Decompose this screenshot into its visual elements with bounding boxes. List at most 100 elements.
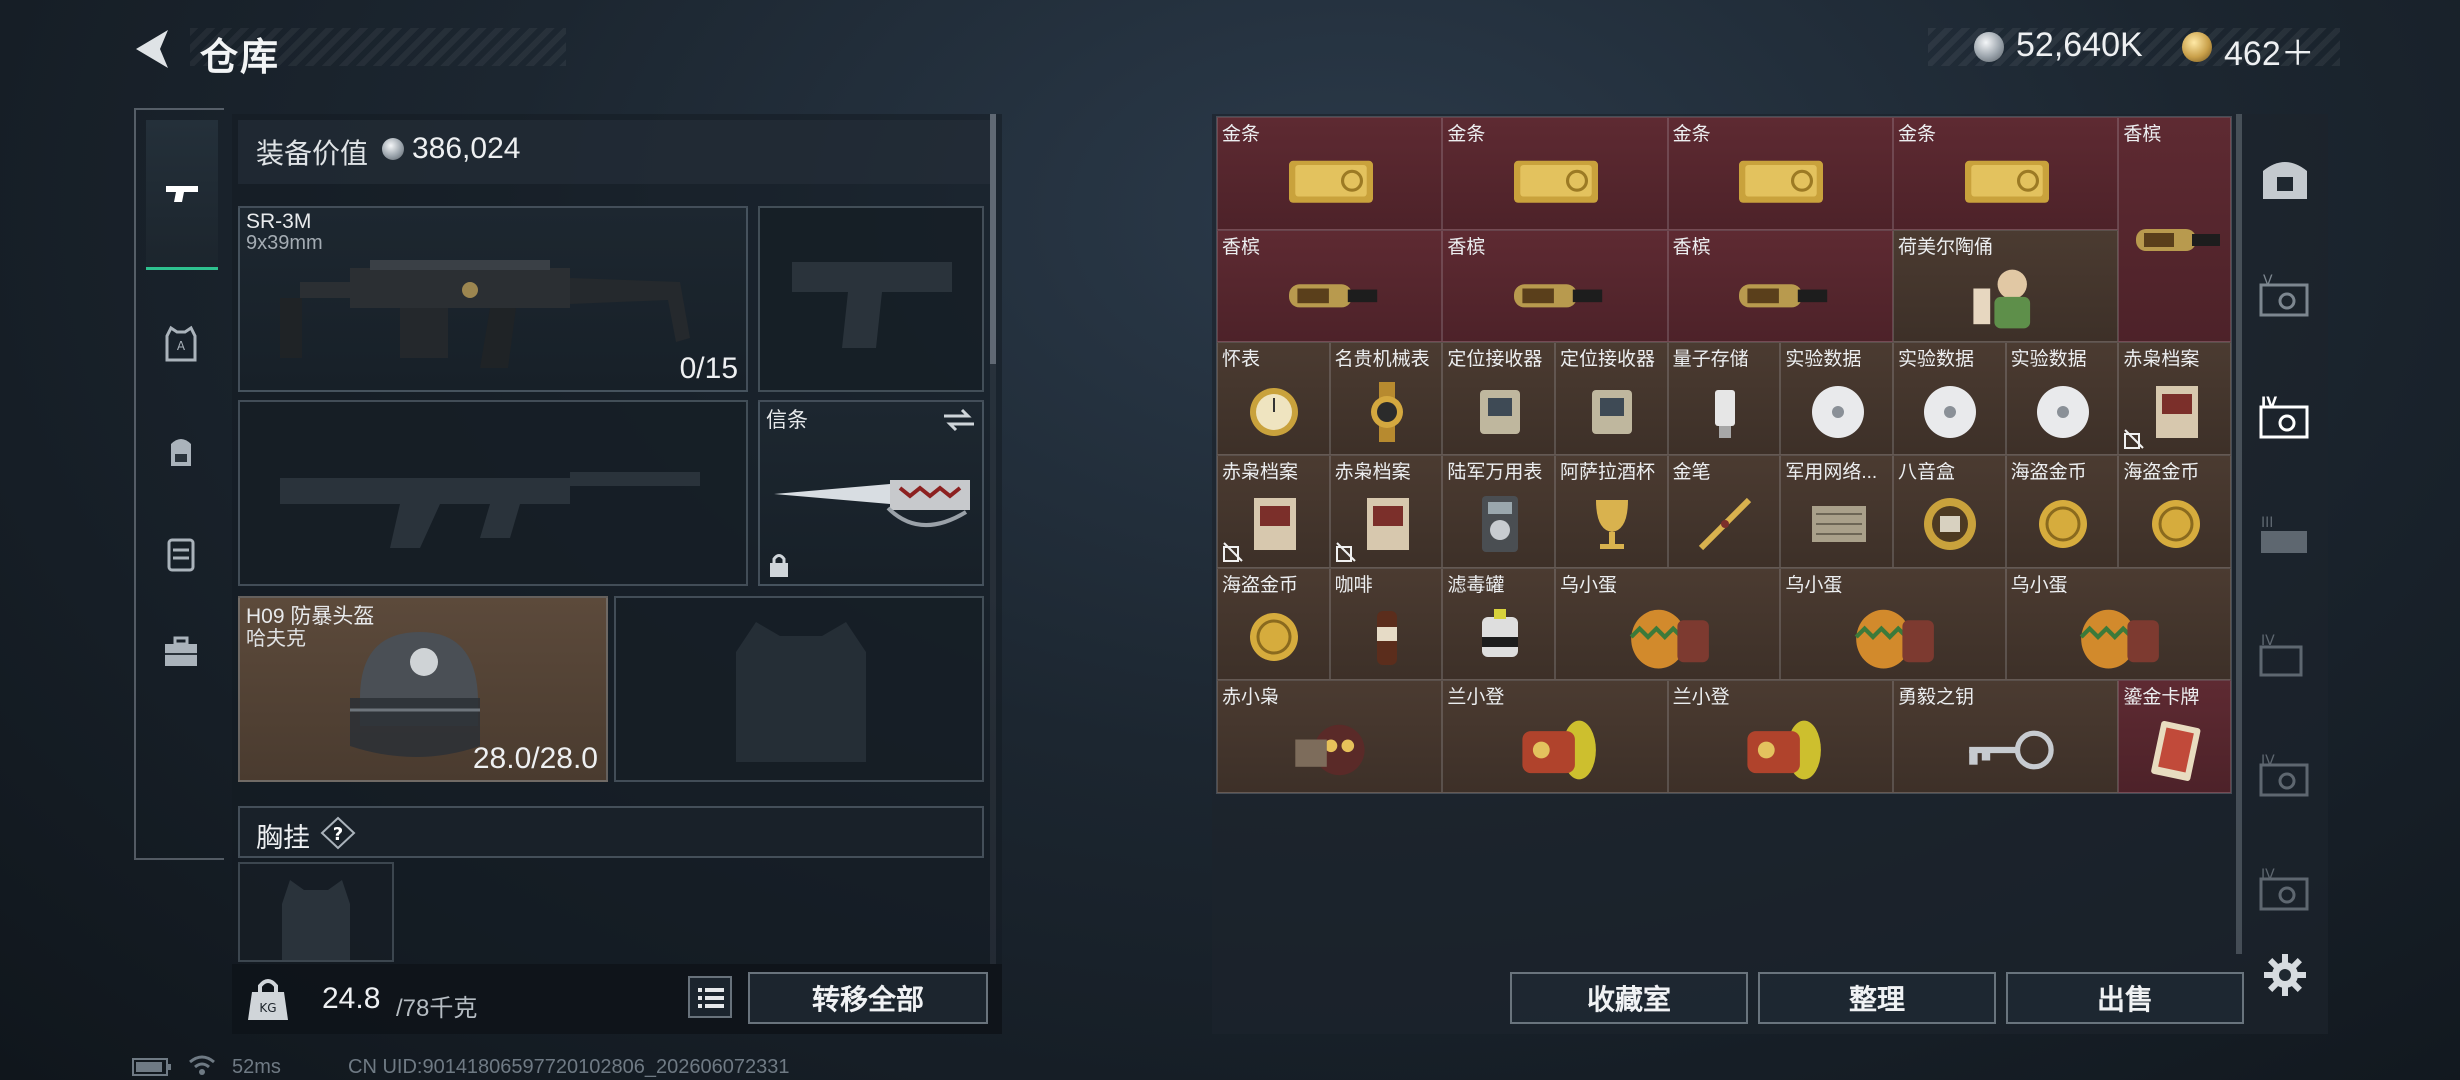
back-arrow-icon[interactable]: [128, 26, 178, 72]
sell-button[interactable]: 出售: [2006, 972, 2244, 1024]
storage-item[interactable]: 咖啡: [1329, 567, 1443, 681]
gold-currency-value[interactable]: 462＋: [2224, 26, 2315, 75]
collection-room-button[interactable]: 收藏室: [1510, 972, 1748, 1024]
storage-item[interactable]: 乌小蛋: [1555, 567, 1781, 681]
unsellable-badge-icon: [1335, 541, 1356, 562]
equipment-scrollbar[interactable]: [990, 114, 996, 364]
ping-text: 52ms: [232, 1056, 281, 1078]
storage-item[interactable]: 实验数据: [1893, 342, 2006, 455]
lock-icon: [770, 554, 788, 577]
gear-icon[interactable]: [2262, 952, 2308, 998]
storage-item[interactable]: 赤枭档案: [2118, 342, 2231, 455]
storage-item[interactable]: 乌小蛋: [2005, 567, 2231, 681]
list-view-button[interactable]: [688, 976, 732, 1018]
storage-item[interactable]: 实验数据: [1780, 342, 1893, 455]
rifle-silhouette-icon: [280, 472, 700, 548]
storage-item[interactable]: 名贵机械表: [1329, 342, 1443, 455]
storage-item[interactable]: 金笔: [1667, 455, 1781, 568]
storage-item[interactable]: 滤毒罐: [1442, 567, 1555, 681]
storage-item[interactable]: 阿萨拉酒杯: [1555, 455, 1668, 568]
storage-item-label: 八音盒: [1898, 462, 1956, 483]
storage-item-label: 陆军万用表: [1447, 462, 1543, 483]
storage-item[interactable]: 金条: [1667, 117, 1893, 230]
helmet-slot[interactable]: H09 防暴头盔 哈夫克 28.0/28.0: [238, 596, 608, 782]
storage-tab-iv-b[interactable]: IV: [2254, 626, 2316, 686]
storage-item[interactable]: 定位接收器: [1442, 342, 1555, 455]
storage-item[interactable]: 赤枭档案: [1217, 455, 1330, 568]
nav-armor[interactable]: A: [136, 298, 226, 390]
nav-backpack[interactable]: [136, 406, 226, 498]
storage-item-label: 名贵机械表: [1334, 349, 1430, 371]
riot-helmet-icon: [350, 632, 480, 757]
storage-scrollbar[interactable]: [2236, 114, 2242, 954]
storage-item[interactable]: 八音盒: [1893, 455, 2006, 568]
storage-tab-iv-d[interactable]: IV: [2254, 860, 2316, 920]
storage-item[interactable]: 香槟: [1667, 229, 1893, 343]
storage-item[interactable]: 定位接收器: [1555, 342, 1668, 455]
storage-item[interactable]: 海盗金币: [1217, 567, 1330, 681]
storage-item-label: 赤枭档案: [1222, 462, 1299, 483]
storage-item[interactable]: 陆军万用表: [1442, 455, 1555, 568]
storage-item[interactable]: 兰小登: [1442, 680, 1668, 793]
storage-item[interactable]: 金条: [1217, 117, 1443, 230]
receiver-icon: [1592, 389, 1633, 434]
storage-item[interactable]: 赤小枭: [1217, 680, 1443, 793]
storage-item-label: 海盗金币: [2010, 462, 2087, 483]
storage-item[interactable]: 荷美尔陶俑: [1893, 229, 2119, 343]
storage-item[interactable]: 海盗金币: [2005, 455, 2119, 568]
transfer-all-button[interactable]: 转移全部: [748, 972, 988, 1024]
storage-item-label: 乌小蛋: [1785, 574, 1843, 596]
storage-tab-iv-c[interactable]: IV: [2254, 746, 2316, 806]
storage-item[interactable]: 金条: [1442, 117, 1668, 230]
storage-item[interactable]: 量子存储: [1667, 342, 1781, 455]
storage-v-icon: V: [2259, 273, 2309, 317]
champagne-icon: [1288, 284, 1377, 308]
svg-text:V: V: [2263, 273, 2273, 289]
carry-weight: 24.8: [322, 982, 381, 1015]
storage-iv-icon: IV: [2259, 395, 2309, 439]
champagne-icon: [1513, 284, 1603, 308]
storage-item[interactable]: 军用网络...: [1780, 455, 1893, 568]
wristwatch-icon: [1370, 381, 1403, 442]
armor-slot[interactable]: [614, 596, 984, 782]
chest-rig-slot[interactable]: [238, 862, 394, 962]
storage-item[interactable]: 乌小蛋: [1780, 567, 2006, 681]
storage-item[interactable]: 香槟: [1442, 229, 1668, 343]
nav-chest-rig[interactable]: [136, 508, 226, 600]
sort-button[interactable]: 整理: [1758, 972, 1996, 1024]
swap-icon[interactable]: [942, 408, 976, 432]
helmet-durability: 28.0/28.0: [472, 742, 598, 775]
storage-item[interactable]: 金条: [1893, 117, 2119, 230]
storage-tab-safe[interactable]: [2254, 148, 2316, 208]
silver-currency-value[interactable]: 52,640K: [2016, 26, 2143, 65]
knife-icon: [774, 480, 970, 527]
egg-toy-icon: [1854, 609, 1934, 669]
storage-item[interactable]: 海盗金币: [2118, 455, 2231, 568]
primary-weapon-slot[interactable]: SR-3M 9x39mm 0/15: [238, 206, 748, 392]
secondary-weapon-slot[interactable]: [758, 206, 984, 392]
storage-iv-d-icon: IV: [2259, 867, 2309, 911]
storage-tab-iii[interactable]: III: [2254, 506, 2316, 566]
storage-item[interactable]: 实验数据: [2005, 342, 2119, 455]
help-glyph: ?: [333, 824, 343, 845]
nav-case[interactable]: [136, 606, 226, 698]
storage-item-label: 赤小枭: [1222, 687, 1280, 709]
storage-tab-v[interactable]: V: [2254, 266, 2316, 326]
storage-item[interactable]: 鎏金卡牌: [2118, 680, 2231, 793]
weight-bag-icon: KG: [248, 979, 288, 1020]
melee-slot[interactable]: 信条: [758, 400, 984, 586]
pistol-icon: [166, 185, 198, 202]
storage-item-label: 滤毒罐: [1447, 574, 1505, 596]
nav-weapons[interactable]: [146, 120, 218, 270]
storage-item[interactable]: 香槟: [2118, 117, 2231, 343]
storage-item[interactable]: 兰小登: [1667, 680, 1893, 793]
storage-item[interactable]: 怀表: [1217, 342, 1330, 455]
storage-item-label: 香槟: [1447, 236, 1486, 258]
storage-item[interactable]: 勇毅之钥: [1893, 680, 2119, 793]
storage-item[interactable]: 赤枭档案: [1329, 455, 1443, 568]
second-primary-slot[interactable]: [238, 400, 748, 586]
ammo-count: 0/15: [679, 352, 738, 385]
help-icon[interactable]: ?: [320, 816, 356, 850]
storage-tab-iv-active[interactable]: IV: [2254, 388, 2316, 448]
storage-item[interactable]: 香槟: [1217, 229, 1443, 343]
